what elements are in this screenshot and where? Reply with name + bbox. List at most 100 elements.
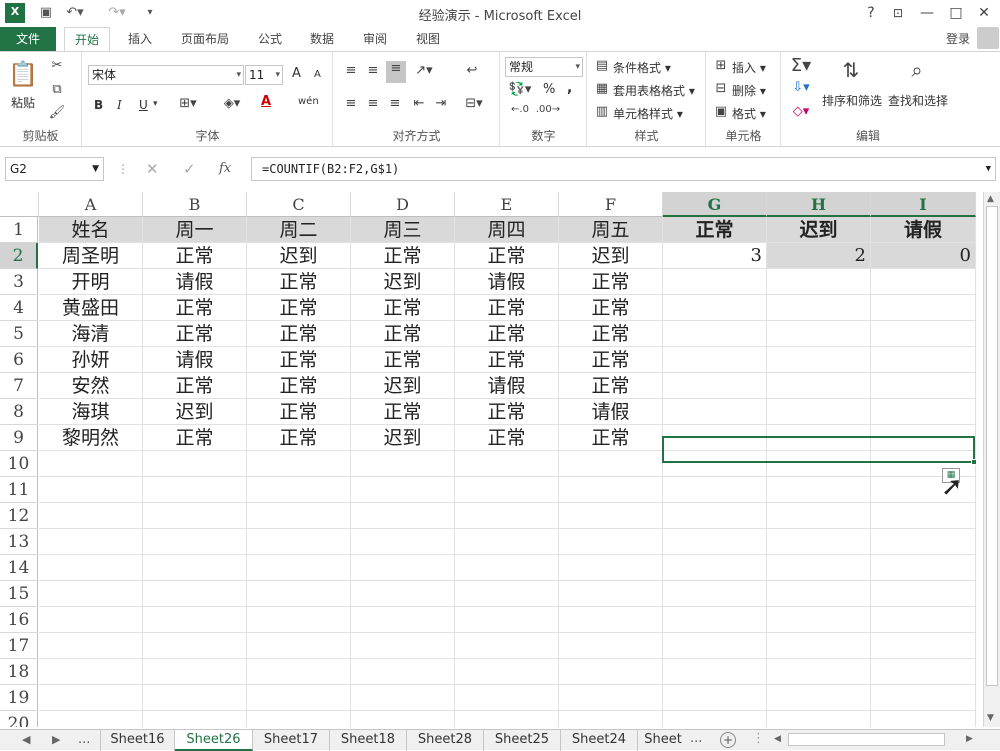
- paste-icon[interactable]: 📋: [8, 60, 38, 92]
- cell-d9[interactable]: 迟到: [351, 425, 455, 451]
- font-color-icon[interactable]: A: [255, 94, 277, 109]
- align-middle-icon[interactable]: ≡: [364, 63, 382, 78]
- cell-h20[interactable]: [767, 711, 871, 727]
- find-select-button[interactable]: 查找和选择: [888, 92, 948, 109]
- cell-e2[interactable]: 正常: [455, 243, 559, 269]
- fill-icon[interactable]: ⇩▾: [788, 80, 814, 95]
- cell-g5[interactable]: [663, 321, 767, 347]
- cell-e18[interactable]: [455, 659, 559, 685]
- grow-font-button[interactable]: A: [292, 66, 301, 81]
- cell-a17[interactable]: [39, 633, 143, 659]
- cell-f13[interactable]: [559, 529, 663, 555]
- cell-g4[interactable]: [663, 295, 767, 321]
- row-header-2[interactable]: 2: [0, 243, 38, 269]
- column-header-c[interactable]: C: [247, 192, 351, 217]
- cell-f5[interactable]: 正常: [559, 321, 663, 347]
- cell-b5[interactable]: 正常: [143, 321, 247, 347]
- sheet-tab-sheet24[interactable]: Sheet24: [561, 730, 638, 751]
- enter-icon[interactable]: ✓: [183, 160, 196, 178]
- cell-a5[interactable]: 海清: [39, 321, 143, 347]
- cell-g14[interactable]: [663, 555, 767, 581]
- close-icon[interactable]: ✕: [973, 3, 995, 23]
- binoculars-icon[interactable]: ⌕: [900, 58, 934, 82]
- cell-e4[interactable]: 正常: [455, 295, 559, 321]
- cell-g12[interactable]: [663, 503, 767, 529]
- cell-d19[interactable]: [351, 685, 455, 711]
- cell-b19[interactable]: [143, 685, 247, 711]
- font-size-select[interactable]: 11 ▾: [245, 65, 283, 85]
- cell-h11[interactable]: [767, 477, 871, 503]
- cell-i17[interactable]: [871, 633, 976, 659]
- conditional-format-icon[interactable]: ▤: [594, 58, 610, 73]
- ribbon-display-icon[interactable]: ⊡: [887, 3, 909, 23]
- cell-d17[interactable]: [351, 633, 455, 659]
- cell-i2[interactable]: 0: [871, 243, 976, 269]
- cell-i18[interactable]: [871, 659, 976, 685]
- vertical-scrollbar[interactable]: ▲ ▼: [983, 192, 1000, 727]
- insert-function-button[interactable]: fx: [219, 161, 231, 176]
- cell-f16[interactable]: [559, 607, 663, 633]
- tab-file[interactable]: 文件: [0, 27, 56, 51]
- border-icon[interactable]: ⊞▾: [177, 96, 199, 111]
- format-painter-icon[interactable]: 🖌: [48, 105, 66, 120]
- row-header-1[interactable]: 1: [0, 217, 38, 243]
- cell-f17[interactable]: [559, 633, 663, 659]
- cell-h16[interactable]: [767, 607, 871, 633]
- cell-i16[interactable]: [871, 607, 976, 633]
- cell-f2[interactable]: 迟到: [559, 243, 663, 269]
- bold-button[interactable]: B: [94, 98, 103, 112]
- more-sheets-left[interactable]: ...: [78, 732, 90, 747]
- align-top-icon[interactable]: ≡: [342, 63, 360, 78]
- cell-e6[interactable]: 正常: [455, 347, 559, 373]
- shrink-font-button[interactable]: A: [314, 69, 321, 80]
- cell-e11[interactable]: [455, 477, 559, 503]
- underline-dropdown-icon[interactable]: ▾: [153, 99, 158, 109]
- sheet-tab-sheet16[interactable]: Sheet16: [100, 730, 175, 751]
- sort-filter-button[interactable]: 排序和筛选: [822, 92, 882, 109]
- decrease-decimal-icon[interactable]: .00→: [535, 104, 561, 115]
- cell-e17[interactable]: [455, 633, 559, 659]
- cell-d1[interactable]: 周三: [351, 217, 455, 243]
- clear-icon[interactable]: ◇▾: [788, 104, 814, 119]
- cell-a11[interactable]: [39, 477, 143, 503]
- cell-c2[interactable]: 迟到: [247, 243, 351, 269]
- cell-d6[interactable]: 正常: [351, 347, 455, 373]
- currency-icon[interactable]: 💱▾: [507, 82, 533, 97]
- cell-a1[interactable]: 姓名: [39, 217, 143, 243]
- column-header-g[interactable]: G: [663, 192, 767, 217]
- cell-h12[interactable]: [767, 503, 871, 529]
- cell-c18[interactable]: [247, 659, 351, 685]
- cell-f9[interactable]: 正常: [559, 425, 663, 451]
- tab-data[interactable]: 数据: [302, 27, 342, 51]
- tab-view[interactable]: 视图: [408, 27, 448, 51]
- column-header-h[interactable]: H: [767, 192, 871, 217]
- column-header-f[interactable]: F: [559, 192, 663, 217]
- cell-a9[interactable]: 黎明然: [39, 425, 143, 451]
- cell-b10[interactable]: [143, 451, 247, 477]
- cell-i13[interactable]: [871, 529, 976, 555]
- cell-c15[interactable]: [247, 581, 351, 607]
- cell-g2[interactable]: 3: [663, 243, 767, 269]
- number-format-select[interactable]: 常规 ▾: [505, 57, 583, 77]
- row-header-17[interactable]: 17: [0, 633, 38, 659]
- cell-f15[interactable]: [559, 581, 663, 607]
- cell-e14[interactable]: [455, 555, 559, 581]
- scroll-down-icon[interactable]: ▼: [987, 713, 994, 723]
- formula-input[interactable]: =COUNTIF(B2:F2,G$1) ▼: [251, 157, 996, 181]
- next-sheet-icon[interactable]: ▶: [52, 733, 60, 746]
- tab-page-layout[interactable]: 页面布局: [172, 27, 238, 51]
- sheet-tab-sheet[interactable]: Sheet: [638, 730, 688, 751]
- conditional-format-button[interactable]: 条件格式 ▾: [613, 59, 671, 76]
- cell-h4[interactable]: [767, 295, 871, 321]
- prev-sheet-icon[interactable]: ◀: [22, 733, 30, 746]
- cut-icon[interactable]: ✂: [48, 58, 66, 73]
- cell-styles-button[interactable]: 单元格样式 ▾: [613, 105, 683, 122]
- cell-b16[interactable]: [143, 607, 247, 633]
- tab-split-icon[interactable]: ⋮: [752, 731, 765, 746]
- cell-c1[interactable]: 周二: [247, 217, 351, 243]
- insert-button[interactable]: 插入 ▾: [732, 59, 766, 76]
- cell-g1[interactable]: 正常: [663, 217, 767, 243]
- vertical-scroll-thumb[interactable]: [986, 206, 998, 686]
- row-header-3[interactable]: 3: [0, 269, 38, 295]
- cell-c11[interactable]: [247, 477, 351, 503]
